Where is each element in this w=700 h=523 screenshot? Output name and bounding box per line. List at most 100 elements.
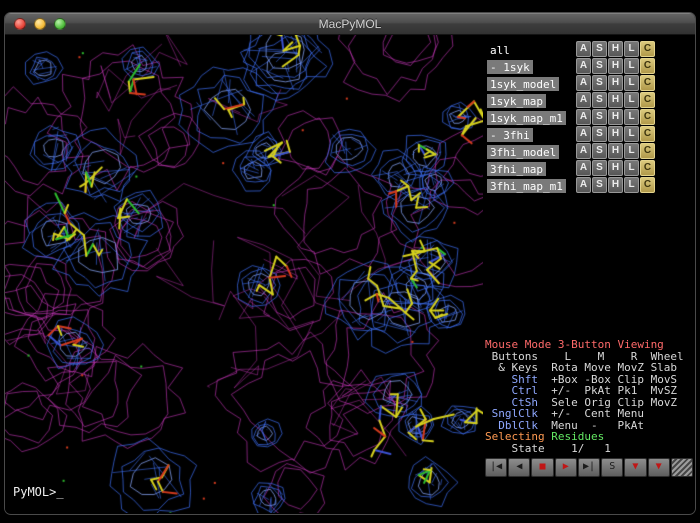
traffic-lights bbox=[14, 18, 66, 30]
object-name-cell: 1syk_model bbox=[487, 75, 575, 91]
show-button[interactable]: S bbox=[592, 58, 607, 74]
stop-button[interactable]: ■ bbox=[531, 458, 553, 477]
color-button[interactable]: C bbox=[640, 58, 655, 74]
label-button[interactable]: L bbox=[624, 75, 639, 91]
label-button[interactable]: L bbox=[624, 143, 639, 159]
hide-button[interactable]: H bbox=[608, 41, 623, 57]
object-name-cell: 1syk_map_m1 bbox=[487, 109, 575, 125]
scene-button[interactable]: S bbox=[601, 458, 623, 477]
object-row-3fhi-map-m1: 3fhi_map_m1 ASHLC bbox=[487, 177, 655, 193]
action-button[interactable]: A bbox=[576, 41, 591, 57]
object-name[interactable]: 3fhi_map_m1 bbox=[487, 179, 566, 193]
label-button[interactable]: L bbox=[624, 92, 639, 108]
mouse-panel-text: State 1/ 1 bbox=[485, 442, 611, 455]
scene-next-button[interactable]: ▼ bbox=[648, 458, 670, 477]
color-button[interactable]: C bbox=[640, 92, 655, 108]
object-name-cell: 3fhi_model bbox=[487, 143, 575, 159]
show-button[interactable]: S bbox=[592, 109, 607, 125]
show-button[interactable]: S bbox=[592, 92, 607, 108]
object-name[interactable]: 1syk_map bbox=[487, 94, 546, 108]
label-button[interactable]: L bbox=[624, 58, 639, 74]
action-button[interactable]: A bbox=[576, 143, 591, 159]
object-name[interactable]: 1syk_map_m1 bbox=[487, 111, 566, 125]
prompt-cursor: _ bbox=[56, 485, 63, 499]
window-title: MacPyMOL bbox=[5, 13, 695, 35]
object-row-1syk-map: 1syk_map ASHLC bbox=[487, 92, 655, 108]
color-button[interactable]: C bbox=[640, 160, 655, 176]
object-name-cell: 1syk_map bbox=[487, 92, 575, 108]
hide-button[interactable]: H bbox=[608, 92, 623, 108]
object-row-1syk-model: 1syk_model ASHLC bbox=[487, 75, 655, 91]
color-button[interactable]: C bbox=[640, 126, 655, 142]
show-button[interactable]: S bbox=[592, 75, 607, 91]
title-bar[interactable]: MacPyMOL bbox=[5, 13, 695, 35]
object-row-3fhi-model: 3fhi_model ASHLC bbox=[487, 143, 655, 159]
object-name-cell: - 1syk bbox=[487, 58, 575, 74]
action-button[interactable]: A bbox=[576, 126, 591, 142]
show-button[interactable]: S bbox=[592, 41, 607, 57]
object-name-cell: - 3fhi bbox=[487, 126, 575, 142]
show-button[interactable]: S bbox=[592, 177, 607, 193]
hide-button[interactable]: H bbox=[608, 75, 623, 91]
prompt-text: PyMOL> bbox=[13, 485, 56, 499]
step-forward-button[interactable]: ▶| bbox=[578, 458, 600, 477]
object-list: allASHLC- 1sykASHLC1syk_modelASHLC1syk_m… bbox=[483, 41, 695, 194]
action-button[interactable]: A bbox=[576, 109, 591, 125]
action-button[interactable]: A bbox=[576, 75, 591, 91]
object-name[interactable]: 3fhi_map bbox=[487, 162, 546, 176]
label-button[interactable]: L bbox=[624, 177, 639, 193]
rewind-button[interactable]: |◀ bbox=[485, 458, 507, 477]
hide-button[interactable]: H bbox=[608, 177, 623, 193]
label-button[interactable]: L bbox=[624, 109, 639, 125]
hide-button[interactable]: H bbox=[608, 58, 623, 74]
show-button[interactable]: S bbox=[592, 143, 607, 159]
object-row-1syk: - 1syk ASHLC bbox=[487, 58, 655, 74]
label-button[interactable]: L bbox=[624, 126, 639, 142]
color-button[interactable]: C bbox=[640, 109, 655, 125]
action-button[interactable]: A bbox=[576, 177, 591, 193]
viewport-3d[interactable]: PyMOL>_ bbox=[5, 35, 483, 513]
close-button[interactable] bbox=[14, 18, 26, 30]
object-name-cell: all bbox=[487, 41, 575, 57]
show-button[interactable]: S bbox=[592, 126, 607, 142]
object-row-3fhi-map: 3fhi_map ASHLC bbox=[487, 160, 655, 176]
object-row-1syk-map-m1: 1syk_map_m1 ASHLC bbox=[487, 109, 655, 125]
mouse-panel: Mouse Mode 3-Button Viewing Buttons L M … bbox=[483, 339, 695, 458]
object-row-all: all ASHLC bbox=[487, 41, 655, 57]
label-button[interactable]: L bbox=[624, 160, 639, 176]
hide-button[interactable]: H bbox=[608, 126, 623, 142]
step-back-button[interactable]: ◀ bbox=[508, 458, 530, 477]
object-name[interactable]: 3fhi_model bbox=[487, 145, 559, 159]
show-button[interactable]: S bbox=[592, 160, 607, 176]
scene-prev-button[interactable]: ▼ bbox=[624, 458, 646, 477]
object-name[interactable]: - 1syk bbox=[487, 60, 533, 74]
object-name-cell: 3fhi_map bbox=[487, 160, 575, 176]
hide-button[interactable]: H bbox=[608, 109, 623, 125]
color-button[interactable]: C bbox=[640, 41, 655, 57]
movie-controls: |◀◀■▶▶|S▼▼ bbox=[485, 458, 693, 477]
object-row-3fhi: - 3fhi ASHLC bbox=[487, 126, 655, 142]
object-name[interactable]: 1syk_model bbox=[487, 77, 559, 91]
hide-button[interactable]: H bbox=[608, 143, 623, 159]
color-button[interactable]: C bbox=[640, 177, 655, 193]
window-content: PyMOL>_ allASHLC- 1sykASHLC1syk_modelASH… bbox=[5, 35, 695, 513]
zoom-button[interactable] bbox=[54, 18, 66, 30]
hide-button[interactable]: H bbox=[608, 160, 623, 176]
label-button[interactable]: L bbox=[624, 41, 639, 57]
object-name[interactable]: all bbox=[487, 43, 513, 57]
action-button[interactable]: A bbox=[576, 58, 591, 74]
color-button[interactable]: C bbox=[640, 75, 655, 91]
color-button[interactable]: C bbox=[640, 143, 655, 159]
object-name[interactable]: - 3fhi bbox=[487, 128, 533, 142]
macpymol-window: MacPyMOL PyMOL>_ allASHLC- 1sykASHLC1syk… bbox=[4, 12, 696, 515]
density-mesh-canvas bbox=[5, 35, 483, 513]
resize-grip[interactable] bbox=[671, 458, 693, 477]
play-button[interactable]: ▶ bbox=[555, 458, 577, 477]
object-name-cell: 3fhi_map_m1 bbox=[487, 177, 575, 193]
action-button[interactable]: A bbox=[576, 92, 591, 108]
action-button[interactable]: A bbox=[576, 160, 591, 176]
command-prompt[interactable]: PyMOL>_ bbox=[13, 485, 64, 499]
sidebar-spacer bbox=[483, 194, 695, 339]
sidebar: allASHLC- 1sykASHLC1syk_modelASHLC1syk_m… bbox=[483, 35, 695, 513]
minimize-button[interactable] bbox=[34, 18, 46, 30]
